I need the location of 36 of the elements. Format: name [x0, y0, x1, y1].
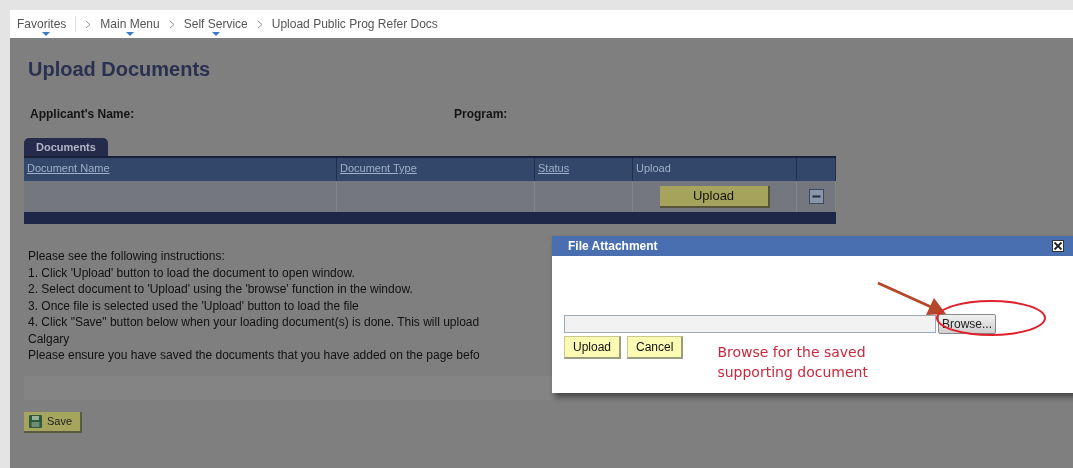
save-button[interactable]: Save: [24, 411, 83, 433]
page-title: Upload Documents: [28, 58, 212, 81]
dialog-title: File Attachment: [568, 239, 658, 253]
cancel-button[interactable]: Cancel: [627, 336, 684, 359]
breadcrumb-link[interactable]: Favorites: [17, 16, 67, 32]
dropdown-icon[interactable]: [126, 32, 135, 36]
file-path-field[interactable]: [564, 315, 936, 333]
chevron-icon: [256, 19, 263, 29]
annotation-text: supporting document: [717, 363, 868, 382]
documents-tab[interactable]: Documents: [24, 138, 108, 156]
column-header[interactable]: Document Name: [24, 158, 337, 181]
column-header[interactable]: Document Type: [337, 158, 535, 181]
instruction-text: Please see the following instructions:: [28, 248, 225, 265]
field-label: Applicant's Name:: [30, 107, 135, 121]
chevron-icon: [168, 19, 175, 29]
breadcrumb-link[interactable]: Upload Public Prog Refer Docs: [271, 16, 438, 32]
field-label: Program:: [454, 107, 508, 121]
annotation-text: Browse for the saved: [717, 343, 867, 362]
instruction-text: 4. Click "Save" button below when your loading document(s) is done. This will upload: [28, 314, 480, 331]
dropdown-icon[interactable]: [42, 32, 51, 36]
upload-button[interactable]: Upload: [564, 336, 622, 359]
delete-row-icon[interactable]: [808, 189, 824, 204]
upload-button[interactable]: Upload: [659, 185, 770, 208]
chevron-icon: [85, 19, 92, 29]
instruction-text: 2. Select document to 'Upload' using the 'browse' function in the window.: [28, 281, 413, 298]
instruction-text: 1. Click 'Upload' button to load the document to open window.: [28, 264, 355, 281]
column-header: Upload: [633, 158, 797, 181]
instruction-text: Please ensure you have saved the documents that you have added on the page befo: [28, 347, 480, 364]
browse-button[interactable]: Browse...: [938, 314, 996, 334]
dropdown-icon[interactable]: [211, 32, 220, 36]
close-icon[interactable]: [1052, 240, 1064, 252]
breadcrumb-link[interactable]: Self Service: [183, 16, 248, 32]
instruction-text: Calgary: [28, 330, 70, 347]
column-header[interactable]: Status: [535, 158, 633, 181]
breadcrumb-link[interactable]: Main Menu: [100, 16, 160, 32]
instruction-text: 3. Once file is selected used the 'Upload' button to load the file: [28, 297, 359, 314]
